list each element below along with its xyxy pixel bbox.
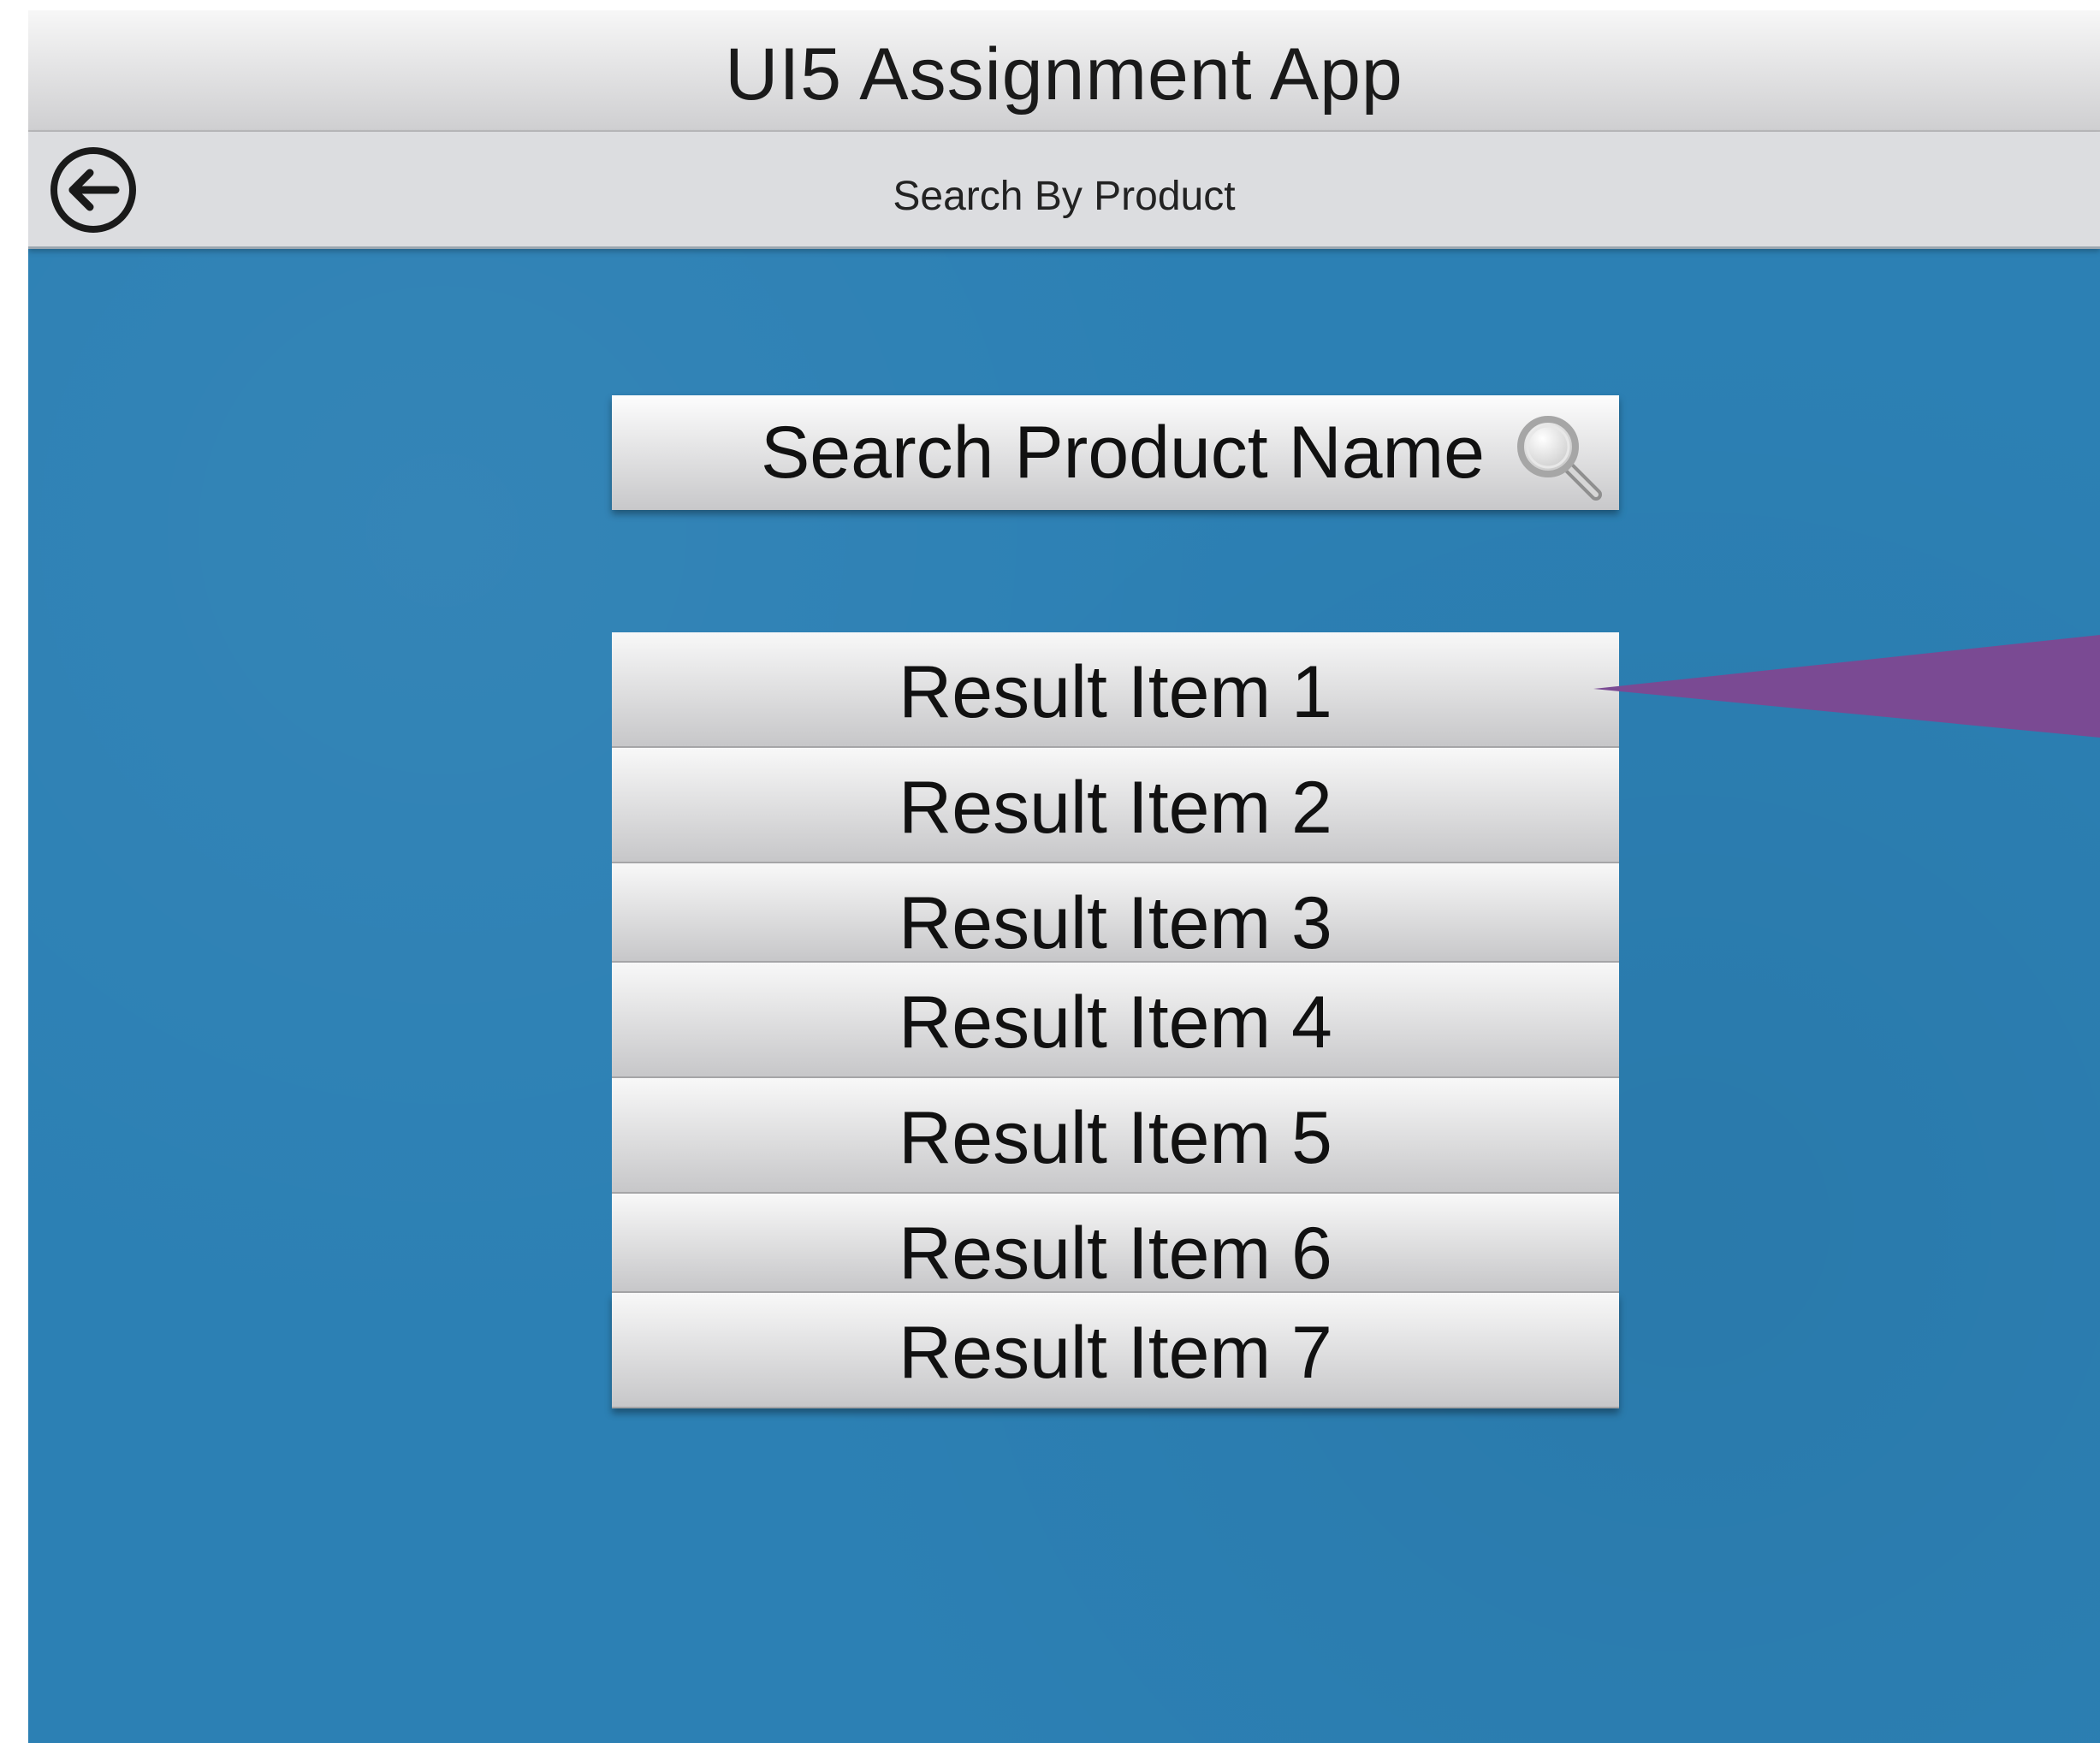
search-input[interactable] — [612, 395, 1485, 510]
page-title: Search By Product — [893, 174, 1236, 219]
result-item-3[interactable]: Result Item 3 — [612, 863, 1619, 963]
result-item-4[interactable]: Result Item 4 — [612, 963, 1619, 1078]
result-item-1[interactable]: Result Item 1 — [612, 632, 1619, 748]
result-item-7[interactable]: Result Item 7 — [612, 1293, 1619, 1408]
title-bar: UI5 Assignment App — [28, 10, 2100, 132]
magnifier-icon[interactable] — [1512, 411, 1605, 503]
app-frame: UI5 Assignment App Search By Product Sea… — [28, 10, 2100, 1743]
result-item-5[interactable]: Result Item 5 — [612, 1078, 1619, 1194]
search-box[interactable] — [612, 395, 1619, 510]
result-list: Result Item 1 Result Item 2 Result Item … — [612, 632, 1619, 1408]
app-title: UI5 Assignment App — [725, 33, 1403, 116]
result-item-2[interactable]: Result Item 2 — [612, 748, 1619, 863]
nav-bar: Search By Product — [28, 132, 2100, 249]
result-item-6[interactable]: Result Item 6 — [612, 1194, 1619, 1293]
